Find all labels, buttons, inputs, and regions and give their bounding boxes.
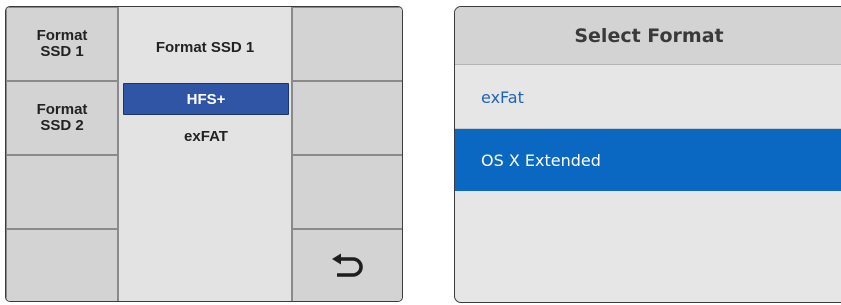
soft-button-left-3[interactable] xyxy=(6,155,118,229)
format-ssd1-label: Format SSD 1 xyxy=(36,27,88,60)
soft-button-right-1[interactable] xyxy=(292,7,402,81)
format-ssd2-button[interactable]: Format SSD 2 xyxy=(6,81,118,155)
menu-item-hfs-plus[interactable]: HFS+ xyxy=(123,83,289,115)
menu-title: Format SSD 1 xyxy=(155,39,255,56)
soft-button-right-3[interactable] xyxy=(292,155,402,229)
option-os-x-extended[interactable]: OS X Extended xyxy=(455,129,841,191)
format-ssd1-button[interactable]: Format SSD 1 xyxy=(6,7,118,81)
option-exfat[interactable]: exFat xyxy=(455,66,841,129)
format-ssd2-label: Format SSD 2 xyxy=(36,101,88,134)
menu-item-exfat-label: exFAT xyxy=(184,127,228,145)
dialog-title: Select Format xyxy=(574,24,724,47)
stage: Format SSD 1 Format SSD 2 Format SSD 1 H… xyxy=(0,0,841,305)
option-os-x-extended-label: OS X Extended xyxy=(481,150,601,170)
menu-item-hfs-plus-label: HFS+ xyxy=(186,90,226,108)
dialog-header: Select Format xyxy=(455,7,841,65)
option-exfat-label: exFat xyxy=(481,87,524,107)
format-menu: Format SSD 1 HFS+ exFAT xyxy=(118,7,292,301)
soft-button-right-2[interactable] xyxy=(292,81,402,155)
back-arrow-icon xyxy=(331,253,365,279)
select-format-dialog: Select Format exFat OS X Extended xyxy=(454,6,841,303)
soft-button-left-4[interactable] xyxy=(6,229,118,301)
format-button-panel: Format SSD 1 Format SSD 2 Format SSD 1 H… xyxy=(5,6,403,302)
menu-item-exfat[interactable]: exFAT xyxy=(123,123,289,149)
back-button[interactable] xyxy=(292,229,402,301)
